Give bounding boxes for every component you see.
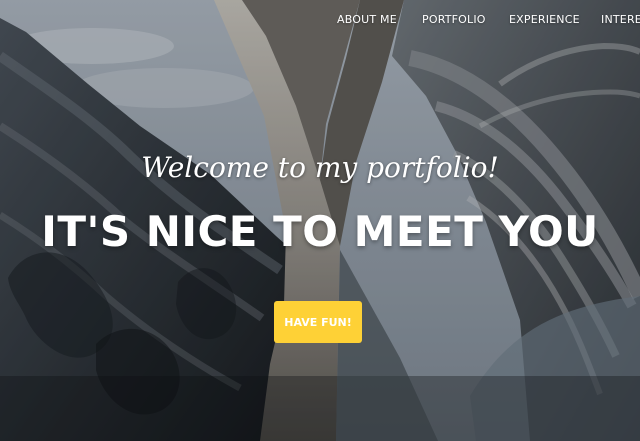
main-navigation: ABOUT ME PORTFOLIO EXPERIENCE INTERES	[0, 13, 640, 29]
nav-link-about-me[interactable]: ABOUT ME	[337, 13, 397, 26]
nav-link-interests[interactable]: INTERES	[601, 13, 640, 26]
nav-link-portfolio[interactable]: PORTFOLIO	[422, 13, 486, 26]
hero-section: ABOUT ME PORTFOLIO EXPERIENCE INTERES We…	[0, 0, 640, 441]
hero-subtitle: Welcome to my portfolio!	[141, 151, 499, 184]
hero-headline: IT'S NICE TO MEET YOU	[41, 207, 599, 256]
have-fun-button[interactable]: HAVE FUN!	[274, 301, 362, 343]
nav-link-experience[interactable]: EXPERIENCE	[509, 13, 580, 26]
